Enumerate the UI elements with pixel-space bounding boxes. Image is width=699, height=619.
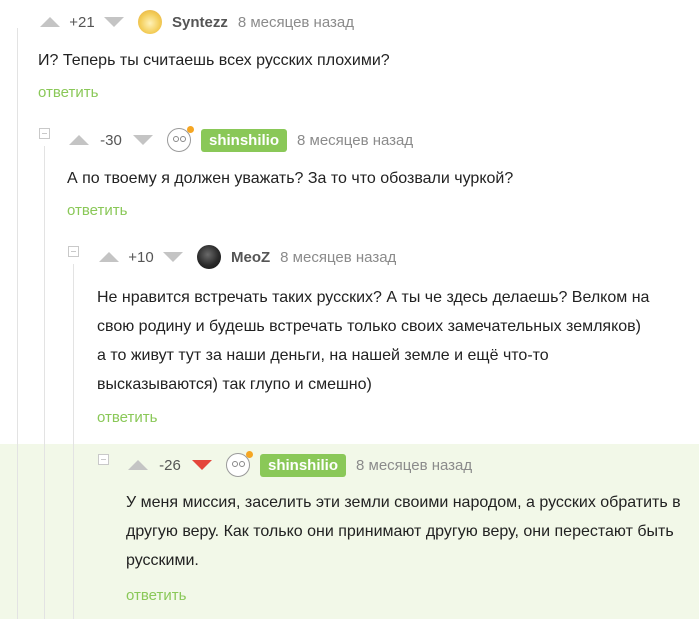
comment-score: -26 (159, 456, 181, 474)
comment-time[interactable]: 8 месяцев назад (238, 14, 354, 31)
downvote-icon[interactable] (192, 460, 212, 470)
username-link[interactable]: shinshilio (260, 453, 347, 477)
avatar[interactable] (226, 451, 253, 477)
username-link[interactable]: shinshilio (201, 128, 288, 152)
comment-header: -30 shinshilio 8 месяцев назад (69, 126, 413, 153)
online-indicator-icon (246, 451, 253, 458)
comment-time[interactable]: 8 месяцев назад (280, 249, 396, 266)
reply-link[interactable]: ответить (38, 84, 98, 101)
avatar[interactable] (197, 245, 221, 269)
comment-header: +10 MeoZ 8 месяцев назад (99, 244, 396, 270)
comment-text: А по твоему я должен уважать? За то что … (67, 170, 514, 187)
collapse-thread-button[interactable] (39, 128, 50, 139)
comment-score: +21 (69, 13, 95, 31)
reply-link[interactable]: ответить (126, 587, 186, 604)
username-link[interactable]: Syntezz (172, 14, 228, 31)
upvote-icon[interactable] (69, 135, 89, 145)
avatar[interactable] (138, 10, 162, 34)
comment-time[interactable]: 8 месяцев назад (356, 457, 472, 474)
comment-text: И? Теперь ты считаешь всех русских плохи… (38, 52, 390, 69)
comment-score: -30 (100, 131, 122, 149)
upvote-icon[interactable] (128, 460, 148, 470)
collapse-thread-button[interactable] (98, 454, 109, 465)
comment-text: У меня миссия, заселить эти земли своими… (126, 494, 681, 569)
downvote-icon[interactable] (163, 252, 183, 262)
comment-time[interactable]: 8 месяцев назад (297, 132, 413, 149)
comment-text: Не нравится встречать таких русских? А т… (97, 289, 650, 393)
thread-branch-line (17, 28, 18, 619)
username-link[interactable]: MeoZ (231, 249, 270, 266)
collapse-thread-button[interactable] (68, 246, 79, 257)
online-indicator-icon (187, 126, 194, 133)
comment-score: +10 (128, 248, 154, 266)
upvote-icon[interactable] (99, 252, 119, 262)
thread-branch-line (44, 146, 45, 619)
reply-link[interactable]: ответить (97, 409, 157, 426)
thread-branch-line (73, 264, 74, 619)
comment-header: -26 shinshilio 8 месяцев назад (128, 451, 472, 478)
downvote-icon[interactable] (104, 17, 124, 27)
downvote-icon[interactable] (133, 135, 153, 145)
upvote-icon[interactable] (40, 17, 60, 27)
comment-header: +21 Syntezz 8 месяцев назад (40, 9, 354, 35)
reply-link[interactable]: ответить (67, 202, 127, 219)
avatar[interactable] (167, 126, 194, 152)
